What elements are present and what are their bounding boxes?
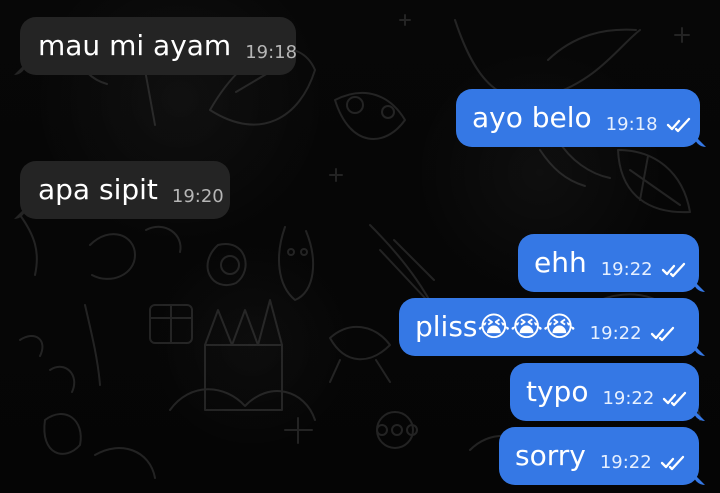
outgoing-message-bubble[interactable]: ayo belo 19:18 [456,89,700,147]
double-check-icon [661,262,685,277]
incoming-message-bubble[interactable]: apa sipit 19:20 [20,161,230,219]
message-text: pliss😭😭😭 [415,310,576,343]
outgoing-message-bubble[interactable]: pliss😭😭😭 19:22 [399,298,699,356]
outgoing-message-bubble[interactable]: sorry 19:22 [499,427,699,485]
message-time: 19:22 [599,451,652,473]
double-check-icon [650,326,674,341]
message-time: 19:22 [600,258,653,280]
message-text: apa sipit [38,173,158,206]
message-time: 19:18 [245,41,298,63]
message-text: mau mi ayam [38,29,232,62]
message-text: typo [526,375,589,408]
outgoing-message-bubble[interactable]: ehh 19:22 [518,234,699,292]
double-check-icon [663,391,687,406]
message-text: sorry [515,439,586,472]
double-check-icon [666,117,690,132]
message-time: 19:22 [602,387,655,409]
incoming-message-bubble[interactable]: mau mi ayam 19:18 [20,17,298,75]
message-time: 19:22 [589,322,642,344]
message-time: 19:20 [171,185,224,207]
double-check-icon [660,455,684,470]
message-text: ayo belo [472,101,592,134]
outgoing-message-bubble[interactable]: typo 19:22 [510,363,699,421]
message-time: 19:18 [605,113,658,135]
message-text: ehh [534,246,587,279]
